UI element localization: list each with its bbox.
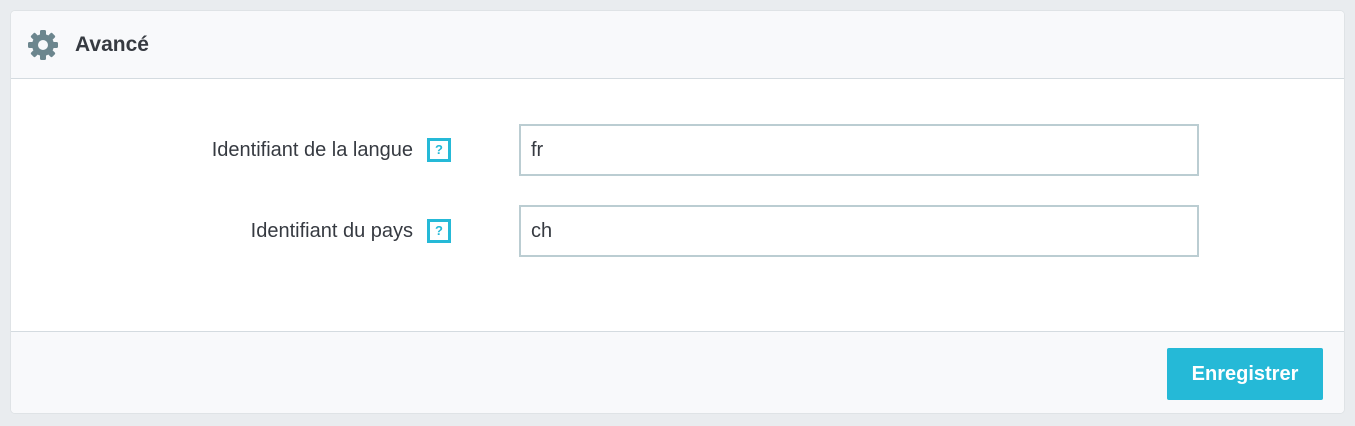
panel-title: Avancé (75, 33, 149, 56)
help-icon[interactable]: ? (427, 138, 451, 162)
language-id-label: Identifiant de la langue (211, 139, 413, 161)
form-row-language: Identifiant de la langue ? (11, 124, 1344, 176)
country-id-input[interactable] (519, 205, 1199, 257)
panel-footer: Enregistrer (11, 331, 1344, 413)
language-id-input[interactable] (519, 124, 1199, 176)
save-button[interactable]: Enregistrer (1167, 348, 1323, 400)
advanced-panel: Avancé Identifiant de la langue ? Identi… (10, 10, 1345, 414)
country-id-label: Identifiant du pays (250, 220, 413, 242)
panel-header: Avancé (11, 11, 1344, 79)
form-row-country: Identifiant du pays ? (11, 205, 1344, 257)
help-icon[interactable]: ? (427, 219, 451, 243)
gear-icon (28, 30, 58, 60)
